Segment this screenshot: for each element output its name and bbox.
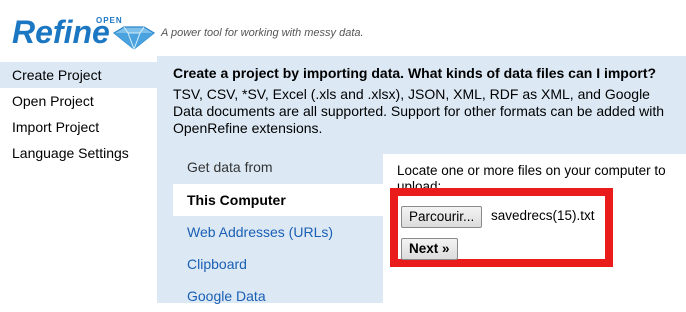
openrefine-logo[interactable]: Refine OPEN [12,14,156,50]
upload-pane: Locate one or more files on your compute… [383,154,686,303]
tabs-heading: Get data from [187,159,273,175]
nav-item-create-project[interactable]: Create Project [0,62,157,88]
tab-this-computer[interactable]: This Computer [173,184,383,216]
nav-item-import-project[interactable]: Import Project [0,114,157,140]
logo-superscript: OPEN [96,16,123,25]
page-title: Create a project by importing data. What… [173,65,657,81]
nav-item-language-settings[interactable]: Language Settings [0,140,157,166]
tab-google-data[interactable]: Google Data [173,280,383,312]
selected-file-name: savedrecs(15).txt [491,208,595,223]
nav-item-open-project[interactable]: Open Project [0,88,157,114]
browse-button[interactable]: Parcourir... [401,206,483,228]
tab-web-addresses[interactable]: Web Addresses (URLs) [173,216,383,248]
supported-formats-text: TSV, CSV, *SV, Excel (.xls and .xlsx), J… [173,86,665,136]
create-project-panel: Create a project by importing data. What… [157,56,686,304]
tab-clipboard[interactable]: Clipboard [173,248,383,280]
left-nav: Create Project Open Project Import Proje… [0,62,157,166]
next-button[interactable]: Next » [401,238,458,260]
data-source-tabs: Get data from This Computer Web Addresse… [173,154,383,312]
diamond-icon [112,26,156,50]
tagline: A power tool for working with messy data… [161,27,364,39]
